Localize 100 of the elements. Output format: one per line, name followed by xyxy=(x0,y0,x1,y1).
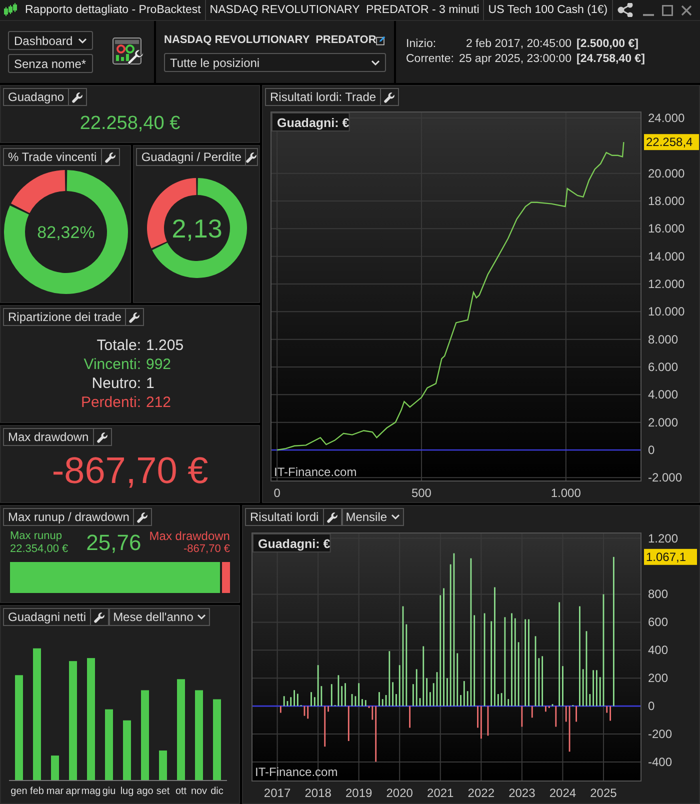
donut-value: 82,32% xyxy=(36,223,94,242)
axis-label: -200 xyxy=(648,727,672,742)
dropdown[interactable]: Tutte le posizioni xyxy=(164,53,386,72)
info-value: [2.500,00 €] xyxy=(576,37,640,52)
settings-button[interactable] xyxy=(246,148,258,166)
settings-button[interactable] xyxy=(134,508,152,526)
axis-label: 2.000 xyxy=(648,415,678,430)
month-label: ago xyxy=(136,786,154,797)
loss-segment xyxy=(10,170,65,214)
dropdown[interactable]: Senza nome* xyxy=(8,54,93,73)
caret-icon xyxy=(78,38,87,44)
settings-button[interactable] xyxy=(102,148,120,166)
axis-label: 24.000 xyxy=(648,111,685,125)
runup-label: Max runup xyxy=(10,530,63,543)
axis-label: 0 xyxy=(648,699,655,714)
month-label: apr xyxy=(66,786,80,797)
settings-button[interactable] xyxy=(69,88,88,106)
axis-label: 20.000 xyxy=(648,166,685,180)
donut-value: 2,13 xyxy=(171,213,222,244)
stat-value: 1 xyxy=(146,374,156,393)
dropdown[interactable]: Mese dell'anno xyxy=(109,608,210,626)
info-date: 2 feb 2017, 20:45:00 xyxy=(464,37,572,52)
stat-label: Vincenti: xyxy=(82,355,141,374)
panel-title: Max drawdown xyxy=(3,428,94,446)
axis-label: 10.000 xyxy=(648,304,685,319)
strategy-name: NASDAQ REVOLUTIONARY PREDATOR xyxy=(164,33,376,48)
wrench-icon xyxy=(104,152,116,162)
gain-value: 22.258,40 € xyxy=(78,112,182,136)
axis-label: 200 xyxy=(648,671,668,686)
dropdown[interactable]: Dashboard xyxy=(8,31,93,50)
axis-label: 0 xyxy=(648,443,655,458)
wrench-icon xyxy=(384,92,396,102)
axis-label: Guadagni: € xyxy=(277,116,350,130)
axis-label: 1.200 xyxy=(648,531,678,546)
panel-title: Risultati lordi xyxy=(245,508,324,526)
axis-label: 1.067,1 xyxy=(646,550,686,564)
axis-label: 600 xyxy=(648,615,668,630)
axis-label: 2025 xyxy=(590,786,617,800)
axis-label: 2023 xyxy=(508,786,536,800)
axis-label: -400 xyxy=(648,755,672,769)
settings-button[interactable] xyxy=(324,508,342,526)
axis-label: 18.000 xyxy=(648,194,685,208)
stat-label: Neutro: xyxy=(90,374,141,393)
stat-value: 992 xyxy=(146,355,172,374)
month-label: nov xyxy=(190,786,208,797)
month-label: set xyxy=(156,786,170,797)
stat-label: Perdenti: xyxy=(80,393,141,412)
wrench-icon xyxy=(72,92,84,102)
stat-value: 1.205 xyxy=(146,336,185,355)
axis-label: 0 xyxy=(274,486,280,500)
candlestick-icon xyxy=(4,3,17,17)
axis-label: -2.000 xyxy=(648,470,682,485)
axis-label: 2021 xyxy=(427,786,454,800)
axis-label: 14.000 xyxy=(648,249,685,264)
axis-label: 2022 xyxy=(468,786,494,800)
axis-label: 4.000 xyxy=(648,388,678,402)
share-icon[interactable] xyxy=(617,3,635,17)
dropdown[interactable]: Mensile xyxy=(342,508,404,526)
info-label: Corrente: xyxy=(406,52,454,67)
caret-icon xyxy=(391,514,400,520)
settings-button[interactable] xyxy=(126,308,144,326)
axis-label: Guadagni: € xyxy=(258,537,330,551)
panel-title: Ripartizione dei trade xyxy=(3,308,126,326)
axis-label: 2019 xyxy=(345,786,372,800)
month-label: ott xyxy=(175,786,187,797)
settings-button[interactable] xyxy=(94,428,112,446)
maximize-icon[interactable] xyxy=(662,4,673,16)
panel-title: Max runup / drawdown xyxy=(3,508,134,526)
title-segment: Rapporto dettagliato - ProBacktest xyxy=(21,0,206,20)
panel-title: Risultati lordi: Trade xyxy=(265,88,382,106)
wrench-icon xyxy=(246,152,258,162)
month-label: mag xyxy=(81,786,101,797)
wrench-icon xyxy=(94,612,106,622)
credit-text: IT-Finance.com xyxy=(255,765,338,779)
ratio-value: 25,76 xyxy=(86,530,142,556)
stat-value: 212 xyxy=(146,393,172,412)
settings-button[interactable] xyxy=(381,88,400,106)
panel-title: % Trade vincenti xyxy=(3,148,102,166)
caret-icon xyxy=(371,60,380,66)
axis-label: 1.000 xyxy=(550,486,581,500)
info-label: Inizio: xyxy=(406,37,438,52)
runup-value: 22.354,00 € xyxy=(10,543,68,556)
axis-label: 16.000 xyxy=(648,222,685,236)
axis-label: 2020 xyxy=(386,786,413,800)
drawdown-value: -867,70 € xyxy=(182,543,230,556)
caret-icon xyxy=(197,614,206,620)
wrench-icon xyxy=(96,432,108,442)
drawdown-value: -867,70 € xyxy=(50,449,210,493)
settings-button[interactable] xyxy=(91,608,110,626)
info-date: 25 apr 2025, 23:00:00 xyxy=(458,52,572,67)
month-label: gen xyxy=(10,786,28,797)
axis-label: 22.258,4 xyxy=(646,135,693,150)
axis-label: 8.000 xyxy=(648,332,678,346)
axis-label: 2017 xyxy=(264,786,291,800)
close-icon[interactable] xyxy=(681,4,692,16)
month-label: dic xyxy=(210,786,224,797)
month-label: lug xyxy=(120,786,134,797)
drawdown-label: Max drawdown xyxy=(149,530,230,543)
title-segment: US Tech 100 Cash (1€) xyxy=(484,0,613,20)
panel-title: Guadagno xyxy=(3,88,70,106)
